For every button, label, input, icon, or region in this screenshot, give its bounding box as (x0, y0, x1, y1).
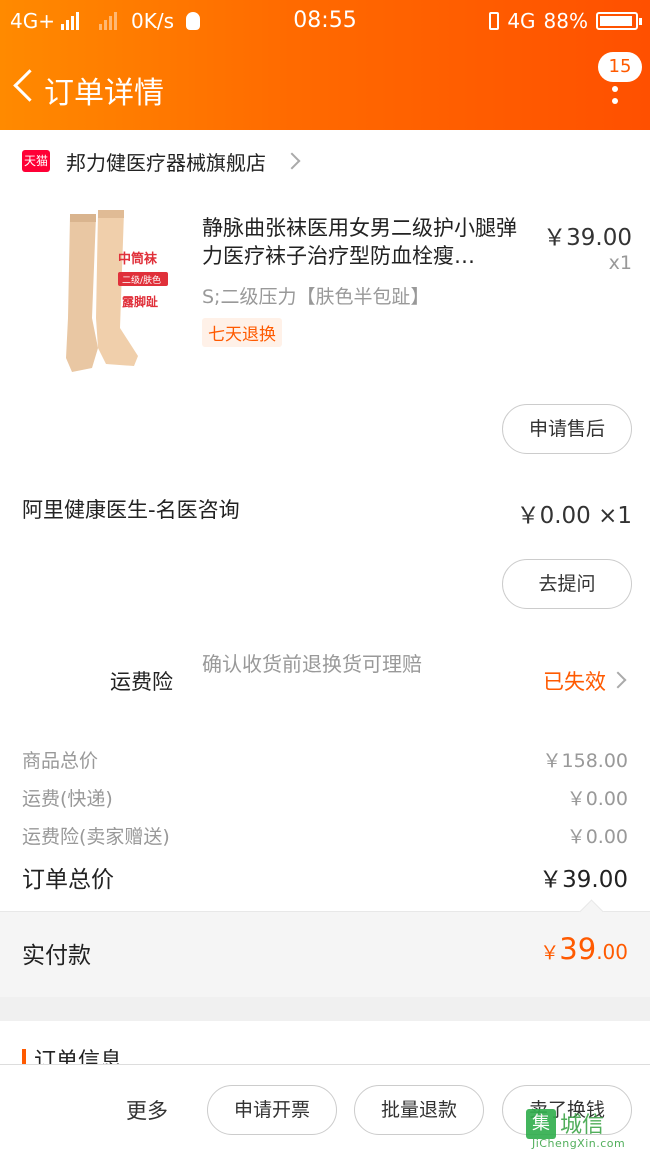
shipping-fee-label: 运费(快递) (22, 788, 113, 810)
product-price: ￥39.00 (543, 225, 632, 251)
product-image-label-3: 露脚趾 (122, 294, 158, 309)
consult-price: ￥0.00 ×1 (516, 503, 632, 529)
back-icon[interactable] (10, 66, 40, 106)
batch-refund-button[interactable]: 批量退款 (354, 1085, 484, 1135)
consult-item[interactable]: 阿里健康医生-名医咨询 ￥0.00 ×1 (0, 490, 650, 530)
battery-icon (596, 12, 642, 30)
shop-row[interactable]: 天猫 邦力健医疗器械旗舰店 (0, 130, 650, 192)
product-item[interactable]: 中筒袜 二级/肤色 露脚趾 静脉曲张袜医用女男二级护小腿弹力医疗袜子治疗型防血栓… (0, 196, 650, 386)
shipping-fee-row: 运费(快递) ￥0.00 (0, 784, 650, 816)
product-image-label-2: 二级/肤色 (122, 274, 161, 286)
product-quantity: x1 (608, 252, 632, 274)
insurance-label: 运费险 (110, 670, 173, 694)
more-button[interactable]: 更多 (126, 1095, 168, 1125)
paid-label: 实付款 (22, 943, 91, 969)
product-title: 静脉曲张袜医用女男二级护小腿弹力医疗袜子治疗型防血栓瘦… (202, 216, 517, 268)
paid-decimal: .00 (596, 940, 628, 964)
consult-name: 阿里健康医生-名医咨询 (22, 498, 240, 522)
order-total-row: 订单总价 ￥39.00 (0, 860, 650, 894)
insurance-fee-label: 运费险(卖家赠送) (22, 826, 170, 848)
insurance-status: 已失效 (543, 670, 606, 694)
ask-question-button[interactable]: 去提问 (502, 559, 632, 609)
network-right-label: 4G (507, 9, 536, 33)
return-policy-tag: 七天退换 (202, 318, 282, 347)
tmall-icon: 天猫 (22, 150, 50, 172)
battery-percent: 88% (543, 9, 588, 33)
paid-amount-row: 实付款 ￥39.00 (0, 911, 650, 997)
watermark-name: 城信 (560, 1113, 605, 1138)
order-total-value: ￥39.00 (539, 867, 628, 893)
status-right: 4G 88% (489, 9, 642, 33)
message-count-badge: 15 (598, 52, 642, 82)
insurance-description: 确认收货前退换货可理赔 (202, 652, 422, 676)
insurance-fee-row: 运费险(卖家赠送) ￥0.00 (0, 822, 650, 854)
page-title: 订单详情 (44, 76, 164, 111)
order-total-label: 订单总价 (22, 867, 114, 893)
paid-value: ￥39.00 (540, 932, 628, 966)
more-menu-icon[interactable] (610, 74, 620, 114)
site-watermark: 集 城信 JiChengXin.com (526, 1107, 644, 1150)
nav-bar: 订单详情 15 (0, 44, 650, 130)
chevron-right-icon (609, 671, 627, 689)
shipping-fee-value: ￥0.00 (566, 788, 628, 810)
section-divider (0, 997, 650, 1021)
header: 4G+ 0K/s 08:55 4G 88% 订单详情 15 (0, 0, 650, 130)
chevron-right-icon (283, 152, 301, 170)
goods-total-row: 商品总价 ￥158.00 (0, 746, 650, 778)
watermark-url: JiChengXin.com (532, 1137, 626, 1150)
product-image-label-1: 中筒袜 (118, 251, 158, 267)
after-sale-button[interactable]: 申请售后 (502, 404, 632, 454)
product-sku: S;二级压力【肤色半包趾】 (202, 286, 430, 308)
goods-total-label: 商品总价 (22, 750, 99, 772)
shop-name: 邦力健医疗器械旗舰店 (66, 150, 266, 175)
paid-currency: ￥ (540, 942, 560, 964)
status-bar: 4G+ 0K/s 08:55 4G 88% (0, 0, 650, 44)
product-image: 中筒袜 二级/肤色 露脚趾 (22, 208, 182, 378)
goods-total-value: ￥158.00 (542, 750, 628, 772)
shipping-insurance-row[interactable]: 运费险 确认收货前退换货可理赔 已失效 (0, 648, 650, 708)
watermark-logo: 集 (526, 1109, 556, 1139)
apply-invoice-button[interactable]: 申请开票 (207, 1085, 337, 1135)
paid-integer: 39 (559, 932, 597, 966)
insurance-fee-value: ￥0.00 (566, 826, 628, 848)
vibrate-icon (489, 12, 500, 30)
